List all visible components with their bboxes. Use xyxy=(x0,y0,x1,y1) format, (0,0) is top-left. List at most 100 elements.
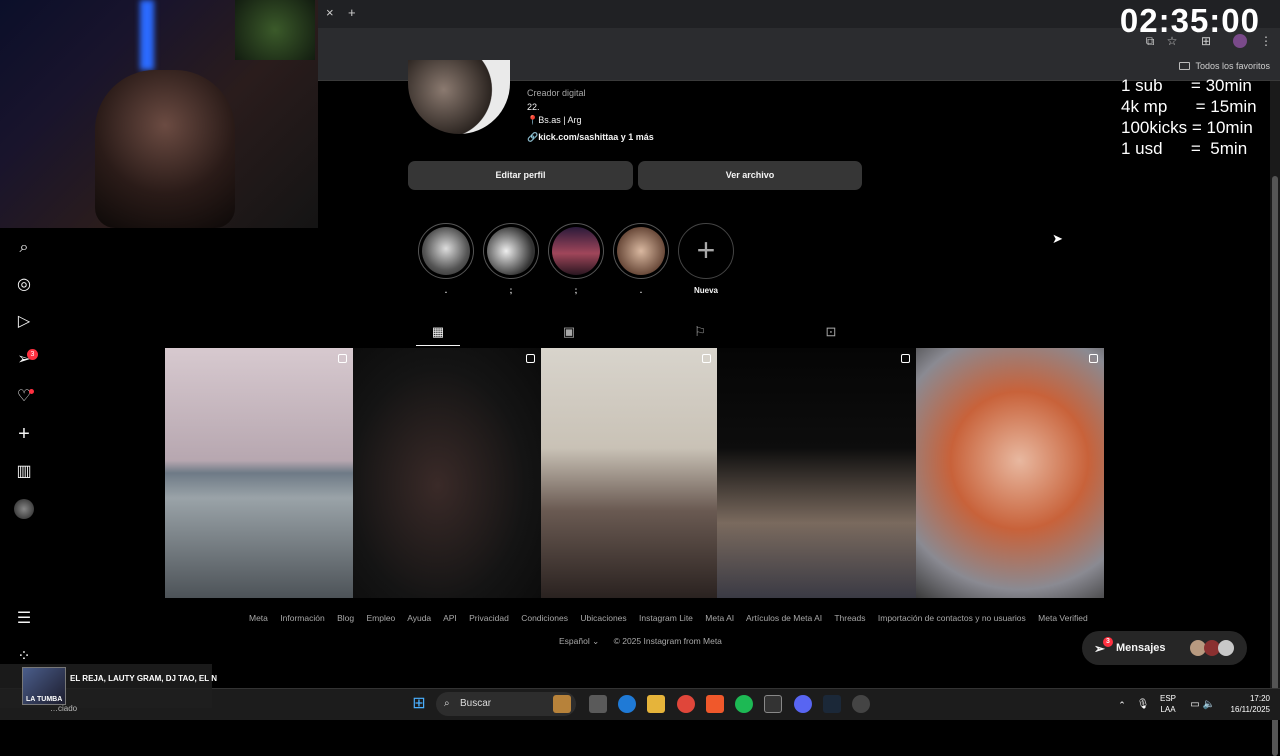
notifications-badge: 3 xyxy=(27,349,38,360)
multi-image-icon xyxy=(526,354,535,363)
footer-link[interactable]: Threads xyxy=(834,613,865,623)
language-code: ESP xyxy=(1160,694,1177,703)
browser-menu-icon[interactable]: ⋮ xyxy=(1259,34,1273,48)
search-highlight-icon[interactable] xyxy=(553,695,571,713)
neon-light xyxy=(140,0,154,70)
search-icon: ⌕ xyxy=(444,698,450,709)
windows-start-icon[interactable]: ⊞ xyxy=(410,695,428,713)
chevron-up-icon[interactable]: ⌃ xyxy=(1113,696,1131,714)
close-tab-icon[interactable]: × xyxy=(326,5,334,20)
streamer-silhouette xyxy=(95,70,235,228)
contact-avatar xyxy=(1218,640,1234,656)
post-thumbnail[interactable] xyxy=(353,348,541,598)
subathon-rules: 1 sub = 30min 4k mp = 15min 100kicks = 1… xyxy=(1121,75,1257,159)
multi-image-icon xyxy=(702,354,711,363)
profile-icon[interactable] xyxy=(14,499,34,519)
copyright: © 2025 Instagram from Meta xyxy=(613,636,722,646)
mouse-cursor-icon: ➤ xyxy=(1052,231,1063,246)
tagged-tab-icon[interactable]: ⊡ xyxy=(823,324,839,340)
playback-status: …ciado xyxy=(50,704,78,713)
messages-button[interactable]: ➢ 3 Mensajes xyxy=(1082,631,1247,665)
background-plant xyxy=(235,0,315,60)
active-tab-indicator xyxy=(416,345,460,346)
messages-label: Mensajes xyxy=(1116,642,1166,654)
epic-games-icon[interactable] xyxy=(764,695,782,713)
chrome-icon[interactable] xyxy=(677,695,695,713)
footer-link[interactable]: Blog xyxy=(337,613,354,623)
footer-link[interactable]: Empleo xyxy=(366,613,395,623)
obs-icon[interactable] xyxy=(852,695,870,713)
footer-link[interactable]: API xyxy=(443,613,457,623)
post-thumbnail[interactable] xyxy=(165,348,353,598)
footer-link[interactable]: Condiciones xyxy=(521,613,568,623)
footer-link[interactable]: Privacidad xyxy=(469,613,509,623)
explore-icon[interactable]: ◎ xyxy=(14,275,34,295)
profile-link[interactable]: 🔗kick.com/sashittaa y 1 más xyxy=(527,132,654,143)
rule-line: 4k mp = 15min xyxy=(1121,97,1257,116)
view-archive-button[interactable]: Ver archivo xyxy=(638,161,862,190)
system-clock[interactable]: 17:20 16/11/2025 xyxy=(1231,693,1270,715)
footer-link[interactable]: Artículos de Meta AI xyxy=(746,613,822,623)
footer-link[interactable]: Meta xyxy=(249,613,268,623)
dashboard-icon[interactable]: ▥ xyxy=(14,462,34,482)
folder-icon xyxy=(1179,62,1191,70)
saved-tab-icon[interactable]: ⚐ xyxy=(692,324,708,340)
page-scrollbar[interactable] xyxy=(1270,81,1280,756)
keyboard-layout: LAA xyxy=(1160,705,1176,714)
steam-icon[interactable] xyxy=(823,695,841,713)
post-thumbnail[interactable] xyxy=(541,348,717,598)
edit-profile-button[interactable]: Editar perfil xyxy=(408,161,633,190)
spotify-icon[interactable] xyxy=(735,695,753,713)
footer-link[interactable]: Información xyxy=(280,613,324,623)
post-thumbnail[interactable] xyxy=(717,348,916,598)
highlight-label: ; xyxy=(509,286,513,295)
more-menu-icon[interactable]: ☰ xyxy=(14,609,34,629)
scrollbar-thumb[interactable] xyxy=(1272,176,1278,756)
reels-tab-icon[interactable]: ▣ xyxy=(561,324,577,340)
now-playing-widget[interactable]: EL REJA, LAUTY GRAM, DJ TAO, EL N LA TUM… xyxy=(0,664,217,713)
new-highlight-button[interactable]: + xyxy=(678,223,734,279)
task-view-icon[interactable] xyxy=(589,695,607,713)
new-tab-button[interactable]: + xyxy=(348,5,356,20)
story-highlight[interactable] xyxy=(483,223,539,279)
footer-link[interactable]: Meta AI xyxy=(705,613,734,623)
profile-avatar[interactable] xyxy=(408,60,510,134)
footer-bottom: Español ⌄ © 2025 Instagram from Meta xyxy=(559,636,722,647)
edge-browser-icon[interactable] xyxy=(618,695,636,713)
clock-time: 17:20 xyxy=(1249,694,1270,703)
reels-icon[interactable]: ▷ xyxy=(14,312,34,332)
search-placeholder: Buscar xyxy=(460,698,492,709)
stream-timer: 02:35:00 xyxy=(1119,2,1260,39)
chevron-down-icon: ⌄ xyxy=(592,636,600,646)
posts-grid-tab-icon[interactable]: ▦ xyxy=(430,324,446,340)
volume-icon[interactable]: 🔈 xyxy=(1200,696,1218,714)
story-highlight[interactable] xyxy=(548,223,604,279)
highlight-label: . xyxy=(639,286,643,295)
create-icon[interactable]: + xyxy=(14,424,34,444)
all-bookmarks-button[interactable]: Todos los favoritos xyxy=(1179,61,1270,71)
rule-line: 1 sub = 30min xyxy=(1121,76,1252,95)
story-highlight[interactable] xyxy=(613,223,669,279)
link-icon: 🔗 xyxy=(527,132,539,142)
highlight-cover xyxy=(422,227,470,275)
post-thumbnail[interactable] xyxy=(916,348,1104,598)
footer-link[interactable]: Instagram Lite xyxy=(639,613,693,623)
brave-icon[interactable] xyxy=(706,695,724,713)
language-selector[interactable]: Español xyxy=(559,636,590,646)
footer-link[interactable]: Ayuda xyxy=(407,613,431,623)
search-icon[interactable]: ⌕ xyxy=(14,238,34,258)
song-title: EL REJA, LAUTY GRAM, DJ TAO, EL N xyxy=(70,674,217,683)
highlight-label: . xyxy=(444,286,448,295)
footer-link[interactable]: Ubicaciones xyxy=(580,613,626,623)
footer-links: Meta Información Blog Empleo Ayuda API P… xyxy=(249,613,1098,623)
footer-link[interactable]: Importación de contactos y no usuarios xyxy=(878,613,1026,623)
footer-link[interactable]: Meta Verified xyxy=(1038,613,1088,623)
discord-icon[interactable] xyxy=(794,695,812,713)
rule-line: 1 usd = 5min xyxy=(1121,139,1248,158)
profile-age: 22. xyxy=(527,102,540,112)
story-highlight[interactable] xyxy=(418,223,474,279)
file-explorer-icon[interactable] xyxy=(647,695,665,713)
highlight-cover xyxy=(617,227,665,275)
microphone-icon[interactable]: 🎙 xyxy=(1134,696,1152,714)
input-language[interactable]: ESP LAA xyxy=(1160,693,1176,715)
